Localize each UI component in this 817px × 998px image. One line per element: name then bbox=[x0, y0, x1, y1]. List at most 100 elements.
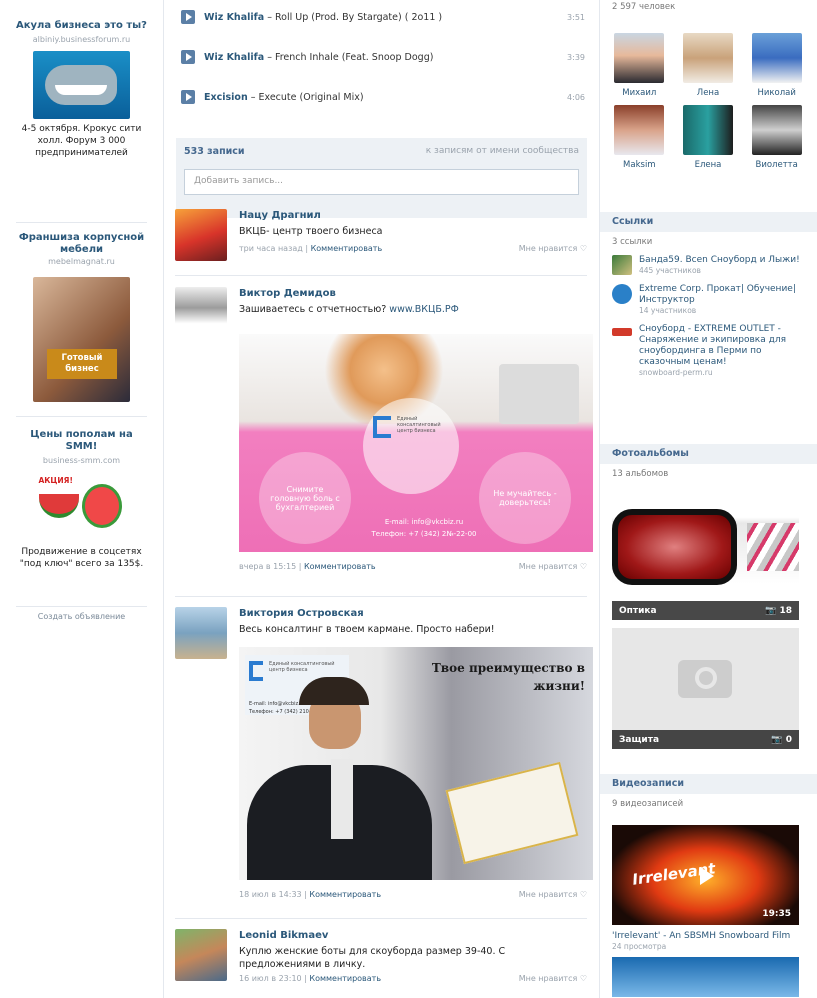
link-item[interactable]: Банда59. Всеn Сноуборд и Лыжи! 445 участн… bbox=[612, 255, 804, 276]
member[interactable]: Maksim bbox=[612, 105, 667, 170]
post-text: Весь консалтинг в твоем кармане. Просто … bbox=[239, 624, 495, 635]
audio-track[interactable]: Excision – Execute (Original Mix) 4:06 bbox=[164, 77, 599, 117]
member-name[interactable]: Лена bbox=[697, 88, 719, 98]
member-photo[interactable] bbox=[682, 33, 733, 83]
album-name[interactable]: Защита bbox=[619, 735, 659, 745]
ad-image-watermelon[interactable]: АКЦИЯ! bbox=[37, 476, 127, 536]
track-title[interactable]: Wiz Khalifa – Roll Up (Prod. By Stargate… bbox=[204, 12, 567, 23]
member-photo[interactable] bbox=[751, 33, 802, 83]
ad-2[interactable]: Франшиза корпусной мебели mebelmagnat.ru… bbox=[16, 226, 147, 402]
post-text: ВКЦБ- центр твоего бизнеса bbox=[239, 226, 383, 237]
comment-link[interactable]: Комментировать bbox=[311, 244, 383, 253]
album-name[interactable]: Оптика bbox=[619, 606, 657, 616]
ad-domain: business-smm.com bbox=[42, 456, 121, 465]
like-button[interactable]: Мне нравится ♡ bbox=[519, 562, 587, 571]
wall-post: Нацу Драгнил ВКЦБ- центр твоего бизнеса … bbox=[175, 209, 587, 261]
album-photo-count: 0 bbox=[785, 734, 792, 745]
member-name[interactable]: Елена bbox=[695, 160, 722, 170]
album[interactable]: Защита 📷 0 bbox=[612, 628, 799, 749]
link-item[interactable]: Extreme Corp. Прокат| Обучение|Инструкто… bbox=[612, 284, 804, 316]
ad-title[interactable]: Акула бизнеса это ты? bbox=[16, 20, 147, 32]
member-photo[interactable] bbox=[751, 105, 802, 155]
like-button[interactable]: Мне нравится ♡ bbox=[519, 974, 587, 983]
video-thumbnail-next[interactable] bbox=[612, 957, 799, 997]
video-title[interactable]: 'Irrelevant' - An SBSMH Snowboard Film bbox=[612, 931, 804, 942]
post-author[interactable]: Виктор Демидов bbox=[239, 287, 587, 300]
comment-link[interactable]: Комментировать bbox=[304, 562, 376, 571]
audio-track[interactable]: Wiz Khalifa – Roll Up (Prod. By Stargate… bbox=[164, 0, 599, 37]
link-item[interactable]: Сноуборд - EXTREME OUTLET - Снаряжение и… bbox=[612, 324, 804, 378]
post-author[interactable]: Leonid Bikmaev bbox=[239, 929, 587, 942]
avatar[interactable] bbox=[175, 929, 227, 981]
member[interactable]: Лена bbox=[681, 33, 736, 98]
link-title[interactable]: Банда59. Всеn Сноуборд и Лыжи! bbox=[639, 255, 800, 266]
post-author[interactable]: Виктория Островская bbox=[239, 607, 587, 620]
member-photo[interactable] bbox=[614, 33, 665, 83]
play-icon[interactable] bbox=[181, 90, 195, 104]
member[interactable]: Михаил bbox=[612, 33, 667, 98]
album[interactable]: Оптика 📷 18 bbox=[612, 499, 799, 620]
ad-separator bbox=[16, 606, 147, 607]
link-title[interactable]: Extreme Corp. Прокат| Обучение|Инструкто… bbox=[639, 284, 804, 306]
post-footer: три часа назад | Комментировать Мне нрав… bbox=[239, 244, 587, 253]
create-ad-link[interactable]: Создать объявление bbox=[16, 612, 147, 621]
post-link[interactable]: www.ВКЦБ.РФ bbox=[389, 304, 459, 315]
post-divider bbox=[175, 596, 587, 597]
track-title[interactable]: Excision – Execute (Original Mix) bbox=[204, 92, 567, 103]
members-count[interactable]: 2 597 человек bbox=[612, 2, 675, 12]
member-name[interactable]: Maksim bbox=[623, 160, 656, 170]
track-duration: 3:39 bbox=[567, 52, 585, 62]
avatar[interactable] bbox=[175, 287, 227, 339]
post-image-accounting[interactable]: Единый консалтинговый центр бизнеса Сним… bbox=[239, 334, 593, 552]
post-time[interactable]: вчера в 15:15 bbox=[239, 562, 296, 571]
ad-1[interactable]: Акула бизнеса это ты? albiniy.businessfo… bbox=[16, 14, 147, 159]
ad-image-furniture[interactable]: Готовый бизнес bbox=[33, 277, 130, 402]
videos-title[interactable]: Видеозаписи bbox=[600, 774, 817, 794]
play-icon[interactable] bbox=[181, 50, 195, 64]
like-button[interactable]: Мне нравится ♡ bbox=[519, 890, 587, 899]
post-time[interactable]: 18 июл в 14:33 bbox=[239, 890, 302, 899]
member-name[interactable]: Михаил bbox=[622, 88, 656, 98]
wall-count[interactable]: 533 записи bbox=[184, 146, 245, 157]
audio-track[interactable]: Wiz Khalifa – French Inhale (Feat. Snoop… bbox=[164, 37, 599, 77]
member[interactable]: Виолетта bbox=[749, 105, 804, 170]
member[interactable]: Елена bbox=[681, 105, 736, 170]
image-logo-text: Единый консалтинговый центр бизнеса bbox=[269, 661, 335, 673]
wall-filter-link[interactable]: к записям от имени сообщества bbox=[426, 146, 579, 157]
member-photo[interactable] bbox=[682, 105, 733, 155]
post-author[interactable]: Нацу Драгнил bbox=[239, 209, 587, 222]
post-time[interactable]: три часа назад bbox=[239, 244, 303, 253]
member-name[interactable]: Николай bbox=[757, 88, 795, 98]
image-phone: Телефон: +7 (342) 2№-22-00 bbox=[371, 530, 477, 538]
link-icon[interactable] bbox=[612, 255, 632, 275]
like-button[interactable]: Мне нравится ♡ bbox=[519, 244, 587, 253]
track-title[interactable]: Wiz Khalifa – French Inhale (Feat. Snoop… bbox=[204, 52, 567, 63]
member[interactable]: Николай bbox=[749, 33, 804, 98]
avatar[interactable] bbox=[175, 607, 227, 659]
video-thumbnail[interactable]: Irrelevant 19:35 bbox=[612, 825, 799, 925]
link-icon[interactable] bbox=[612, 328, 632, 336]
comment-link[interactable]: Комментировать bbox=[309, 974, 381, 983]
play-icon[interactable] bbox=[700, 867, 714, 885]
ad-title[interactable]: Франшиза корпусной мебели bbox=[16, 232, 147, 256]
link-icon[interactable] bbox=[612, 284, 632, 304]
member-photo[interactable] bbox=[614, 105, 665, 155]
ad-3[interactable]: Цены пополам на SMM! business-smm.com АК… bbox=[16, 423, 147, 570]
ad-image-shark[interactable] bbox=[33, 51, 130, 119]
heart-icon: ♡ bbox=[579, 244, 587, 253]
ad-title[interactable]: Цены пополам на SMM! bbox=[16, 429, 147, 453]
heart-icon: ♡ bbox=[579, 974, 587, 983]
add-post-input[interactable]: Добавить запись... bbox=[184, 169, 579, 195]
albums-block: Фотоальбомы 13 альбомов Оптика 📷 18 Защит… bbox=[600, 444, 817, 757]
image-headline: Твое преимущество в жизни! bbox=[431, 661, 585, 693]
comment-link[interactable]: Комментировать bbox=[309, 890, 381, 899]
post-footer: 16 июл в 23:10 | Комментировать Мне нрав… bbox=[239, 974, 587, 983]
avatar[interactable] bbox=[175, 209, 227, 261]
albums-title[interactable]: Фотоальбомы bbox=[600, 444, 817, 464]
post-time[interactable]: 16 июл в 23:10 bbox=[239, 974, 302, 983]
member-name[interactable]: Виолетта bbox=[755, 160, 797, 170]
play-icon[interactable] bbox=[181, 10, 195, 24]
links-title[interactable]: Ссылки bbox=[600, 212, 817, 232]
post-image-consulting[interactable]: Единый консалтинговый центр бизнеса E-ma… bbox=[239, 647, 593, 880]
link-title[interactable]: Сноуборд - EXTREME OUTLET - Снаряжение и… bbox=[639, 324, 804, 368]
